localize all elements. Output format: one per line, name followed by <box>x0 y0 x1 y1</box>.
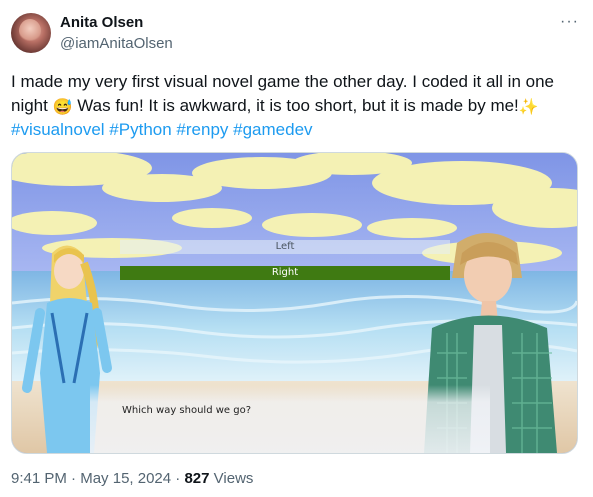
author-name[interactable]: Anita Olsen <box>60 14 143 31</box>
tweet-text: I made my very first visual novel game t… <box>11 70 583 142</box>
dialogue-box <box>90 385 490 453</box>
sparkles-emoji-icon: ✨ <box>518 99 539 116</box>
tweet-text-part2: Was fun! It is awkward, it is too short,… <box>72 96 519 115</box>
avatar[interactable] <box>11 13 51 53</box>
hashtag-link[interactable]: #gamedev <box>233 120 312 139</box>
tweet-metadata: 9:41 PM · May 15, 2024 · 827 Views <box>11 470 254 487</box>
author-handle[interactable]: @iamAnitaOlsen <box>60 35 173 52</box>
hashtag-link[interactable]: #renpy <box>176 120 228 139</box>
hashtag-link[interactable]: #visualnovel <box>11 120 105 139</box>
game-screenshot[interactable]: Left Right Which way should we go? <box>11 152 578 454</box>
more-options-icon[interactable]: ··· <box>560 13 579 31</box>
tweet-date[interactable]: May 15, 2024 <box>80 470 171 487</box>
views-label: Views <box>213 470 254 487</box>
dialogue-text: Which way should we go? <box>122 405 252 416</box>
sweat-smile-emoji-icon: 😅 <box>52 99 73 116</box>
views-count: 827 <box>184 470 210 487</box>
tweet-time[interactable]: 9:41 PM <box>11 470 67 487</box>
choice-right-button[interactable]: Right <box>120 266 450 280</box>
choice-left-button[interactable]: Left <box>120 240 450 254</box>
hashtag-link[interactable]: #Python <box>109 120 171 139</box>
